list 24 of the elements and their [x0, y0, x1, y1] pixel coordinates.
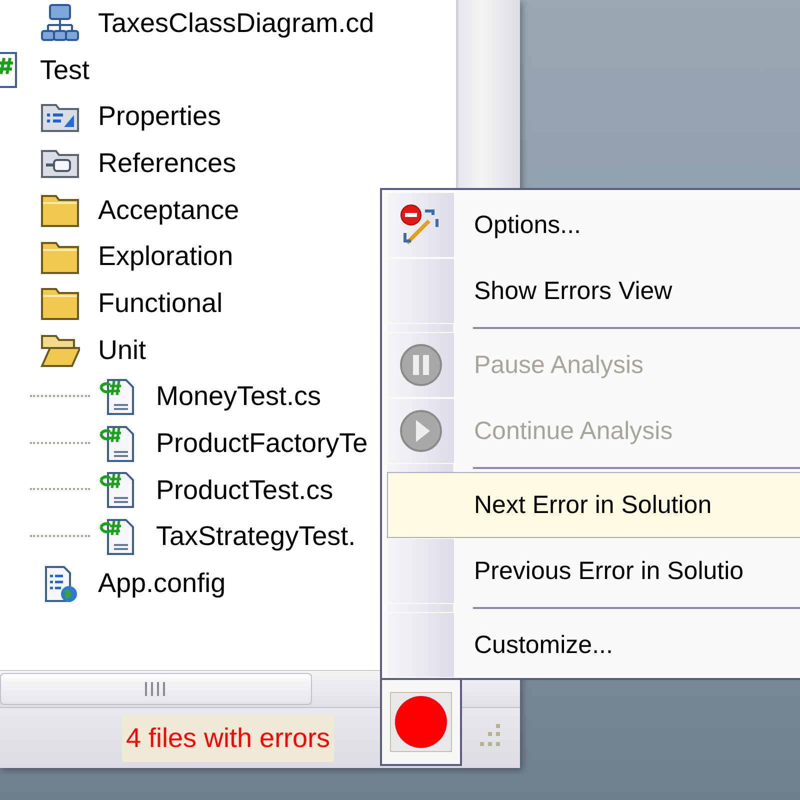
- tree-item[interactable]: Test: [0, 46, 90, 94]
- error-status-button[interactable]: [390, 692, 452, 752]
- tree-item[interactable]: Exploration: [40, 233, 234, 280]
- tree-item[interactable]: TaxesClassDiagram.cd: [40, 0, 374, 47]
- play-icon: [399, 409, 443, 453]
- menu-item[interactable]: Show Errors View: [387, 258, 800, 324]
- tree-item[interactable]: Acceptance: [40, 186, 240, 234]
- tree-item[interactable]: Unit: [40, 326, 146, 374]
- tree-item[interactable]: App.config: [40, 560, 226, 607]
- menu-item[interactable]: Customize...: [387, 612, 800, 678]
- diagram-icon: [40, 3, 80, 44]
- menu-item[interactable]: Previous Error in Solutio: [387, 538, 800, 604]
- tree-item[interactable]: Properties: [40, 93, 222, 140]
- tree-item[interactable]: Functional: [40, 280, 223, 327]
- tree-item[interactable]: MoneyTest.cs: [98, 374, 322, 420]
- pause-icon: [399, 343, 443, 387]
- menu-item[interactable]: Next Error in Solution: [387, 472, 800, 538]
- tree-item[interactable]: ProductTest.cs: [98, 466, 334, 514]
- menu-item[interactable]: Options...: [387, 192, 800, 258]
- tree-item[interactable]: TaxStrategyTest.: [98, 514, 356, 560]
- tree-item[interactable]: ProductFactoryTe: [98, 420, 368, 467]
- scrollbar-thumb[interactable]: [0, 673, 312, 705]
- status-text: 4 files with errors: [122, 714, 334, 762]
- tree-item[interactable]: References: [40, 140, 236, 187]
